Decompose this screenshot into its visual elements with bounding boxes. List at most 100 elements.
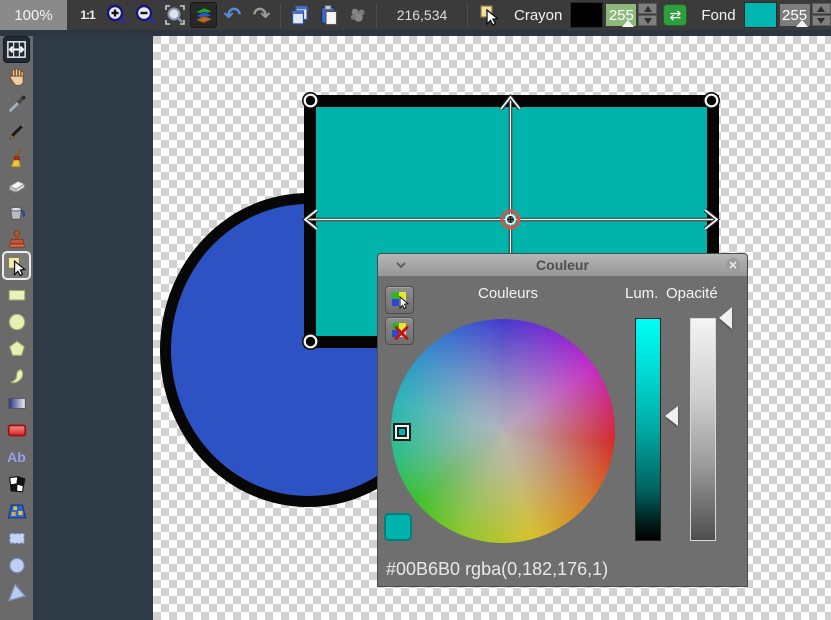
crayon-alpha-down-button[interactable] <box>638 15 657 26</box>
up-arrow-icon <box>817 6 825 12</box>
zoom-level-value: 100% <box>14 7 52 24</box>
toolbar-bottom-strip <box>0 30 831 36</box>
color-dialog-titlebar[interactable]: Couleur <box>378 254 747 276</box>
frame-icon <box>6 419 28 441</box>
paste-button[interactable] <box>315 2 342 28</box>
color-picker-icon <box>390 290 410 310</box>
opacity-slider-marker[interactable] <box>719 307 732 329</box>
crayon-alpha-dropdown-indicator <box>622 20 634 27</box>
tool-fill-bucket[interactable] <box>4 199 29 224</box>
tool-select-ellipse[interactable] <box>4 552 29 577</box>
copy-button[interactable] <box>286 2 313 28</box>
color-wheel-marker[interactable] <box>395 425 409 439</box>
color-cancel-icon <box>390 321 410 341</box>
tool-transform[interactable] <box>4 37 29 62</box>
tool-shear[interactable] <box>4 471 29 496</box>
paste-icon <box>317 3 341 27</box>
close-icon[interactable] <box>726 258 740 272</box>
toolbar-separator <box>280 3 281 27</box>
pen-icon <box>6 120 28 142</box>
layers-button[interactable] <box>190 2 217 28</box>
opacity-slider[interactable] <box>690 318 716 541</box>
layers-icon <box>192 3 216 27</box>
swap-colors-button[interactable]: ⇄ <box>663 4 687 26</box>
tool-pen[interactable] <box>4 118 29 143</box>
tool-text[interactable]: Ab <box>4 444 29 469</box>
gradient-icon <box>6 392 28 414</box>
tool-pentagon[interactable] <box>4 336 29 361</box>
text-tool-icon: Ab <box>7 449 26 465</box>
crayon-color-swatch[interactable] <box>570 2 603 28</box>
comma-shape-icon <box>6 365 28 387</box>
reset-color-button[interactable] <box>385 317 414 345</box>
toolbar-separator <box>376 3 377 27</box>
fill-bucket-icon <box>6 201 28 223</box>
fond-alpha-down-button[interactable] <box>812 15 831 26</box>
crayon-alpha-spinners <box>638 3 657 27</box>
tool-gradient[interactable] <box>4 390 29 415</box>
fond-alpha-spinners <box>812 3 831 27</box>
shear-icon <box>6 473 28 495</box>
opacity-label: Opacité <box>666 285 718 302</box>
redo-button[interactable]: ↷ <box>248 2 275 28</box>
tool-eraser[interactable] <box>4 172 29 197</box>
up-arrow-icon <box>644 6 652 12</box>
copy-icon <box>288 3 312 27</box>
pointer-mode-icon <box>476 2 502 28</box>
zoom-fit-button[interactable] <box>161 2 188 28</box>
tool-frame[interactable] <box>4 417 29 442</box>
zoom-in-icon <box>105 3 129 27</box>
color-wheel[interactable] <box>391 319 615 543</box>
rectangle-shape-icon <box>6 284 28 306</box>
tool-ellipse[interactable] <box>4 309 29 334</box>
zoom-in-button[interactable] <box>103 2 130 28</box>
fond-alpha-dropdown-indicator <box>796 20 808 27</box>
stamp-icon <box>6 228 28 250</box>
paint-application: 100% 1:1 ↶ ↷ 216,534 Cra <box>0 0 831 620</box>
select-rectangle-icon <box>6 527 28 549</box>
color-dialog: Couleur Couleurs Lum. Opacité #00B6B0 rg… <box>377 253 748 587</box>
tool-broom[interactable] <box>4 145 29 170</box>
luminosity-label: Lum. <box>625 285 658 302</box>
canvas-margin <box>33 36 153 620</box>
luminosity-slider[interactable] <box>635 318 661 541</box>
fond-alpha-field[interactable]: 255 <box>780 4 810 26</box>
perspective-icon <box>6 500 28 522</box>
ellipse-shape-icon <box>6 311 28 333</box>
crayon-alpha-up-button[interactable] <box>638 3 657 14</box>
down-arrow-icon <box>644 18 652 24</box>
toolbar-separator <box>467 3 468 27</box>
pointer-mode-button[interactable] <box>473 2 505 28</box>
tool-perspective[interactable] <box>4 498 29 523</box>
fond-color-swatch[interactable] <box>744 2 777 28</box>
select-ellipse-icon <box>6 554 28 576</box>
eyedropper-icon <box>6 93 28 115</box>
tool-eyedropper[interactable] <box>4 91 29 116</box>
cursor-coordinates: 216,534 <box>381 7 463 23</box>
special-paste-button-disabled[interactable] <box>344 2 371 28</box>
pick-color-button[interactable] <box>385 286 414 314</box>
tool-pan-hand[interactable] <box>4 64 29 89</box>
zoom-level-dropdown[interactable]: 100% <box>0 0 67 30</box>
swap-colors-icon: ⇄ <box>669 7 681 24</box>
actual-size-button[interactable]: 1:1 <box>74 2 101 28</box>
fond-alpha-up-button[interactable] <box>812 3 831 14</box>
tool-comma-shape[interactable] <box>4 363 29 388</box>
tool-select-rectangle[interactable] <box>4 525 29 550</box>
hand-icon <box>6 66 28 88</box>
luminosity-slider-marker[interactable] <box>665 406 678 426</box>
top-toolbar: 100% 1:1 ↶ ↷ 216,534 Cra <box>0 0 831 30</box>
undo-button[interactable]: ↶ <box>219 2 246 28</box>
eraser-icon <box>6 174 28 196</box>
color-dialog-title: Couleur <box>378 257 747 273</box>
zoom-out-button[interactable] <box>132 2 159 28</box>
tool-rectangle[interactable] <box>4 282 29 307</box>
zoom-fit-icon <box>163 3 187 27</box>
crayon-alpha-field[interactable]: 255 <box>606 4 636 26</box>
tool-select-triangle[interactable] <box>4 579 29 604</box>
fond-label: Fond <box>693 7 743 24</box>
crayon-label: Crayon <box>506 7 570 24</box>
down-arrow-icon <box>817 18 825 24</box>
tool-stamp[interactable] <box>4 226 29 251</box>
tool-shape-pointer[interactable] <box>4 253 29 278</box>
